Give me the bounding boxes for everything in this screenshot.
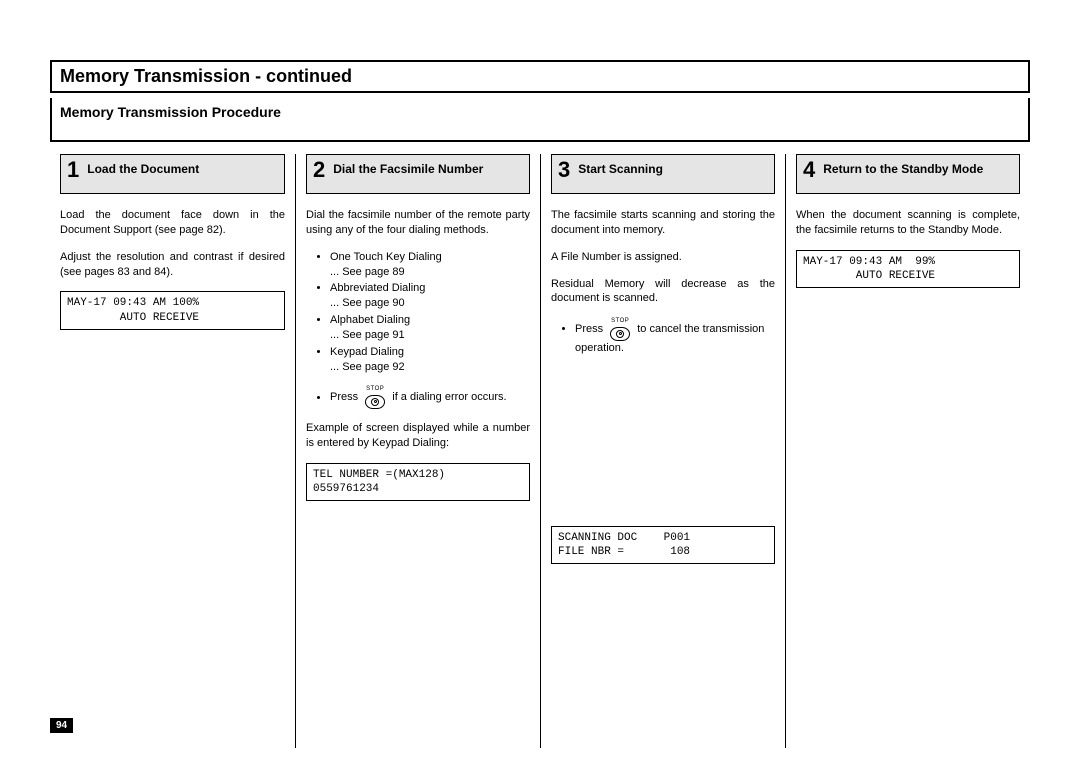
- list-item: Press STOP if a dialing error occurs.: [330, 386, 530, 409]
- step-2-title: Dial the Facsimile Number: [333, 159, 483, 176]
- step-1: 1 Load the Document Load the document fa…: [50, 154, 295, 748]
- step-1-lcd: MAY-17 09:43 AM 100% AUTO RECEIVE: [60, 291, 285, 330]
- steps-row: 1 Load the Document Load the document fa…: [50, 154, 1030, 748]
- step-2: 2 Dial the Facsimile Number Dial the fac…: [295, 154, 540, 748]
- page-title-bar: Memory Transmission - continued: [50, 60, 1030, 93]
- page-number: 94: [50, 718, 73, 733]
- step-3-title: Start Scanning: [578, 159, 663, 176]
- page-title: Memory Transmission - continued: [60, 66, 352, 86]
- step-4-lcd: MAY-17 09:43 AM 99% AUTO RECEIVE: [796, 250, 1020, 289]
- list-item: Keypad Dialing... See page 92: [330, 345, 530, 375]
- step-4-p1: When the document scanning is complete, …: [796, 208, 1020, 238]
- step-2-header: 2 Dial the Facsimile Number: [306, 154, 530, 194]
- step-2-bullets: One Touch Key Dialing... See page 89 Abb…: [306, 250, 530, 375]
- page-subtitle: Memory Transmission Procedure: [60, 104, 281, 120]
- step-2-lcd: TEL NUMBER =(MAX128) 0559761234: [306, 463, 530, 502]
- step-1-number: 1: [67, 159, 79, 181]
- step-2-number: 2: [313, 159, 325, 181]
- page-subtitle-bar: Memory Transmission Procedure: [50, 98, 1030, 142]
- step-3-p3: Residual Memory will decrease as the doc…: [551, 277, 775, 307]
- list-item: Alphabet Dialing... See page 91: [330, 313, 530, 343]
- list-item: Press STOP to cancel the transmission op…: [575, 318, 775, 355]
- step-3-lcd: SCANNING DOC P001 FILE NBR = 108: [551, 526, 775, 565]
- step-4-title: Return to the Standby Mode: [823, 159, 983, 176]
- step-2-press-bullet: Press STOP if a dialing error occurs.: [306, 386, 530, 409]
- stop-button-icon: STOP: [610, 318, 630, 341]
- step-3: 3 Start Scanning The facsimile starts sc…: [540, 154, 785, 748]
- step-1-title: Load the Document: [87, 159, 199, 176]
- step-3-number: 3: [558, 159, 570, 181]
- step-2-p1: Dial the facsimile number of the remote …: [306, 208, 530, 238]
- step-4-header: 4 Return to the Standby Mode: [796, 154, 1020, 194]
- step-1-header: 1 Load the Document: [60, 154, 285, 194]
- step-1-p2: Adjust the resolution and contrast if de…: [60, 250, 285, 280]
- list-item: Abbreviated Dialing... See page 90: [330, 281, 530, 311]
- step-3-header: 3 Start Scanning: [551, 154, 775, 194]
- step-3-p2: A File Number is assigned.: [551, 250, 775, 265]
- step-3-p1: The facsimile starts scanning and storin…: [551, 208, 775, 238]
- step-1-p1: Load the document face down in the Docum…: [60, 208, 285, 238]
- list-item: One Touch Key Dialing... See page 89: [330, 250, 530, 280]
- step-4: 4 Return to the Standby Mode When the do…: [785, 154, 1030, 748]
- step-3-press-bullet: Press STOP to cancel the transmission op…: [551, 318, 775, 355]
- step-2-p2: Example of screen displayed while a numb…: [306, 421, 530, 451]
- stop-button-icon: STOP: [365, 386, 385, 409]
- step-4-number: 4: [803, 159, 815, 181]
